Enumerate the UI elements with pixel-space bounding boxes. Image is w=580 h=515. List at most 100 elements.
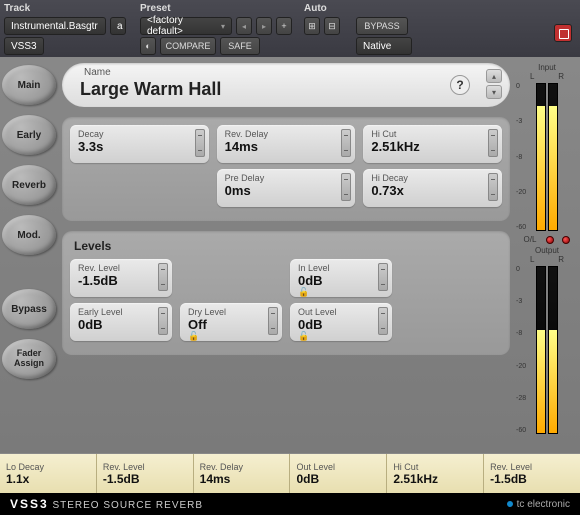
param-value: 0dB xyxy=(78,317,164,332)
param-value: 2.51kHz xyxy=(371,139,494,154)
overload-led-r xyxy=(562,236,570,244)
tab-fader-assign[interactable]: Fader Assign xyxy=(2,339,56,379)
chevron-right-icon: ▸ xyxy=(262,22,266,31)
tab-mod[interactable]: Mod. xyxy=(2,215,56,255)
preset-select[interactable]: <factory default>▾ xyxy=(140,17,232,35)
param-in-level[interactable]: In Level0dB🔓 xyxy=(290,259,392,297)
param-slider[interactable] xyxy=(195,129,205,157)
chevron-down-icon: ▾ xyxy=(492,88,496,97)
chevron-left-icon: ◂ xyxy=(242,22,246,31)
lock-icon: 🔓 xyxy=(298,287,309,298)
param-label: Early Level xyxy=(78,307,164,317)
auto-b-button[interactable]: ⊟ xyxy=(324,17,340,35)
param-slider[interactable] xyxy=(488,173,498,201)
preset-next-button[interactable]: ▸ xyxy=(256,17,272,35)
param-slider[interactable] xyxy=(341,129,351,157)
tab-main[interactable]: Main xyxy=(2,65,56,105)
param-value: -1.5dB xyxy=(78,273,164,288)
input-meter-label: Input xyxy=(518,63,576,72)
tab-bypass[interactable]: Bypass xyxy=(2,289,56,329)
footer-rev-level[interactable]: Rev. Level-1.5dB xyxy=(484,454,580,493)
lock-icon: 🔓 xyxy=(298,331,309,342)
preset-prev-button[interactable]: ◂ xyxy=(236,17,252,35)
footer-label: Rev. Level xyxy=(103,462,187,472)
param-slider[interactable] xyxy=(268,307,278,335)
param-slider[interactable] xyxy=(378,307,388,335)
param-slider[interactable] xyxy=(341,173,351,201)
footer-hi-cut[interactable]: Hi Cut2.51kHz xyxy=(387,454,484,493)
param-slider[interactable] xyxy=(488,129,498,157)
compare-button[interactable]: COMPARE xyxy=(160,37,216,55)
brand-dot-icon xyxy=(507,501,513,507)
param-label: Rev. Delay xyxy=(225,129,348,139)
preset-add-button[interactable]: + xyxy=(276,17,292,35)
footer-label: Rev. Level xyxy=(490,462,574,472)
param-label: Out Level xyxy=(298,307,384,317)
name-value: Large Warm Hall xyxy=(80,79,221,100)
auto-a-button[interactable]: ⊞ xyxy=(304,17,320,35)
preset-label: Preset xyxy=(140,2,296,15)
footer-value: 1.1x xyxy=(6,472,90,486)
brand-title: VSS3 STEREO SOURCE REVERB xyxy=(10,497,203,511)
param-rev-level[interactable]: Rev. Level-1.5dB xyxy=(70,259,172,297)
levels-title: Levels xyxy=(74,239,502,253)
overload-led-l xyxy=(546,236,554,244)
tab-early[interactable]: Early xyxy=(2,115,56,155)
footer-value: -1.5dB xyxy=(490,472,574,486)
chevron-down-icon: ▾ xyxy=(221,22,225,31)
footer-label: Hi Cut xyxy=(393,462,477,472)
param-label: Hi Decay xyxy=(371,173,494,183)
footer-label: Out Level xyxy=(296,462,380,472)
preset-toggle-button[interactable]: ◐ xyxy=(140,37,156,55)
param-dry-level[interactable]: Dry LevelOff🔓 xyxy=(180,303,282,341)
mode-select[interactable]: Native xyxy=(356,37,412,55)
track-select[interactable]: Instrumental.Basgtr xyxy=(4,17,106,35)
param-hi-decay[interactable]: Hi Decay0.73x xyxy=(363,169,502,207)
param-label: Pre Delay xyxy=(225,173,348,183)
param-early-level[interactable]: Early Level0dB xyxy=(70,303,172,341)
brand-company: tc electronic xyxy=(507,499,570,510)
footer-rev-level[interactable]: Rev. Level-1.5dB xyxy=(97,454,194,493)
footer-out-level[interactable]: Out Level0dB xyxy=(290,454,387,493)
preset-name-field[interactable]: Name Large Warm Hall ▴ ▾ ? xyxy=(62,63,510,107)
footer-label: Rev. Delay xyxy=(200,462,284,472)
safe-button[interactable]: SAFE xyxy=(220,37,260,55)
param-label: Hi Cut xyxy=(371,129,494,139)
name-up-button[interactable]: ▴ xyxy=(486,69,502,83)
footer-value: 2.51kHz xyxy=(393,472,477,486)
footer-value: 0dB xyxy=(296,472,380,486)
output-meter: 0-3-8-20-28-60 xyxy=(518,266,576,434)
tab-reverb[interactable]: Reverb xyxy=(2,165,56,205)
lock-icon: 🔓 xyxy=(188,331,199,342)
track-sub: a xyxy=(117,21,123,32)
param-rev-delay[interactable]: Rev. Delay14ms xyxy=(217,125,356,163)
record-button[interactable] xyxy=(554,24,572,42)
mode-value: Native xyxy=(363,41,391,52)
param-slider[interactable] xyxy=(378,263,388,291)
param-label: Dry Level xyxy=(188,307,274,317)
param-label: Rev. Level xyxy=(78,263,164,273)
param-value: Off xyxy=(188,317,274,332)
param-slider[interactable] xyxy=(158,263,168,291)
track-label: Track xyxy=(4,2,132,15)
bypass-button[interactable]: BYPASS xyxy=(356,17,408,35)
name-label: Name xyxy=(84,67,111,78)
footer-rev-delay[interactable]: Rev. Delay14ms xyxy=(194,454,291,493)
output-meter-label: Output xyxy=(518,246,576,255)
param-out-level[interactable]: Out Level0dB🔓 xyxy=(290,303,392,341)
param-pre-delay[interactable]: Pre Delay0ms xyxy=(217,169,356,207)
track-sub-select[interactable]: a xyxy=(110,17,126,35)
param-value: 0dB xyxy=(298,273,384,288)
param-value: 0ms xyxy=(225,183,348,198)
footer-value: -1.5dB xyxy=(103,472,187,486)
param-slider[interactable] xyxy=(158,307,168,335)
overload-label: O/L xyxy=(524,235,537,244)
track-value: Instrumental.Basgtr xyxy=(11,21,98,32)
param-value: 14ms xyxy=(225,139,348,154)
name-down-button[interactable]: ▾ xyxy=(486,85,502,99)
help-button[interactable]: ? xyxy=(450,75,470,95)
param-hi-cut[interactable]: Hi Cut2.51kHz xyxy=(363,125,502,163)
footer-lo-decay[interactable]: Lo Decay1.1x xyxy=(0,454,97,493)
param-decay[interactable]: Decay3.3s xyxy=(70,125,209,163)
footer-value: 14ms xyxy=(200,472,284,486)
